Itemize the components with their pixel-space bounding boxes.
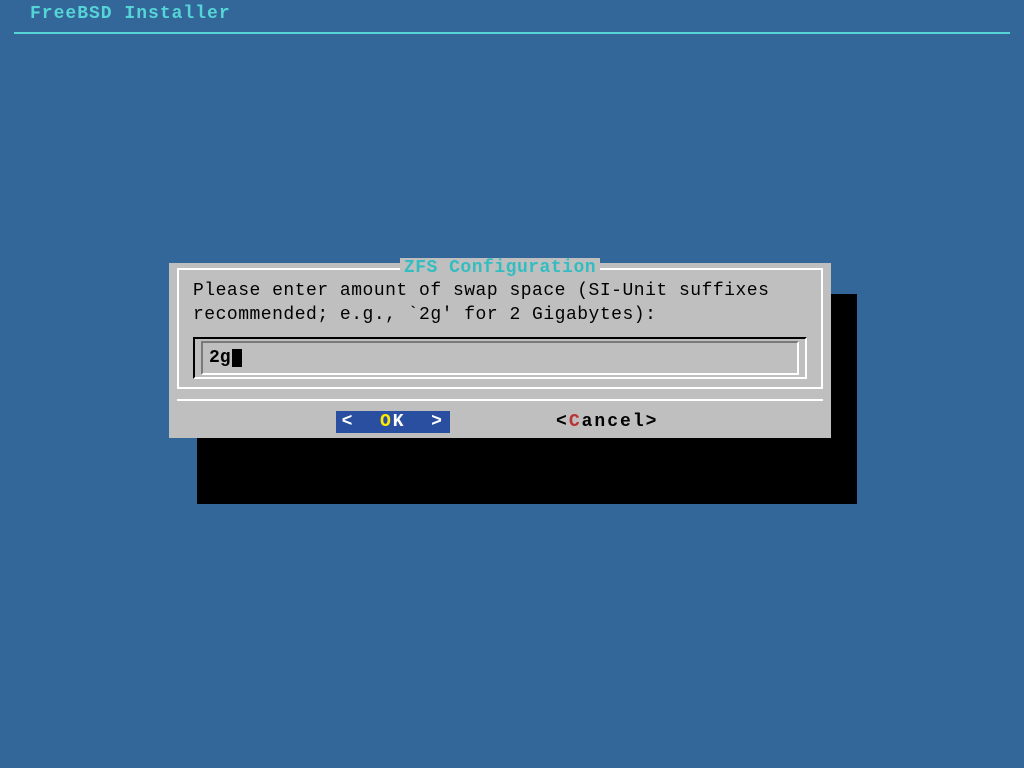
text-cursor [232, 349, 242, 367]
cancel-button[interactable]: <Cancel> [550, 411, 664, 433]
swap-input-wrapper: 2g [193, 337, 807, 379]
swap-size-value: 2g [209, 349, 231, 367]
header-rule [14, 32, 1010, 34]
installer-header: FreeBSD Installer [30, 5, 231, 23]
dialog-button-row: < OK > <Cancel> [177, 399, 823, 433]
dialog-frame: ZFS Configuration Please enter amount of… [177, 268, 823, 389]
dialog-prompt: Please enter amount of swap space (SI-Un… [193, 279, 807, 327]
swap-size-input[interactable]: 2g [201, 341, 799, 375]
dialog-title: ZFS Configuration [193, 259, 807, 277]
ok-button[interactable]: < OK > [336, 411, 450, 433]
zfs-config-dialog: ZFS Configuration Please enter amount of… [169, 263, 831, 438]
